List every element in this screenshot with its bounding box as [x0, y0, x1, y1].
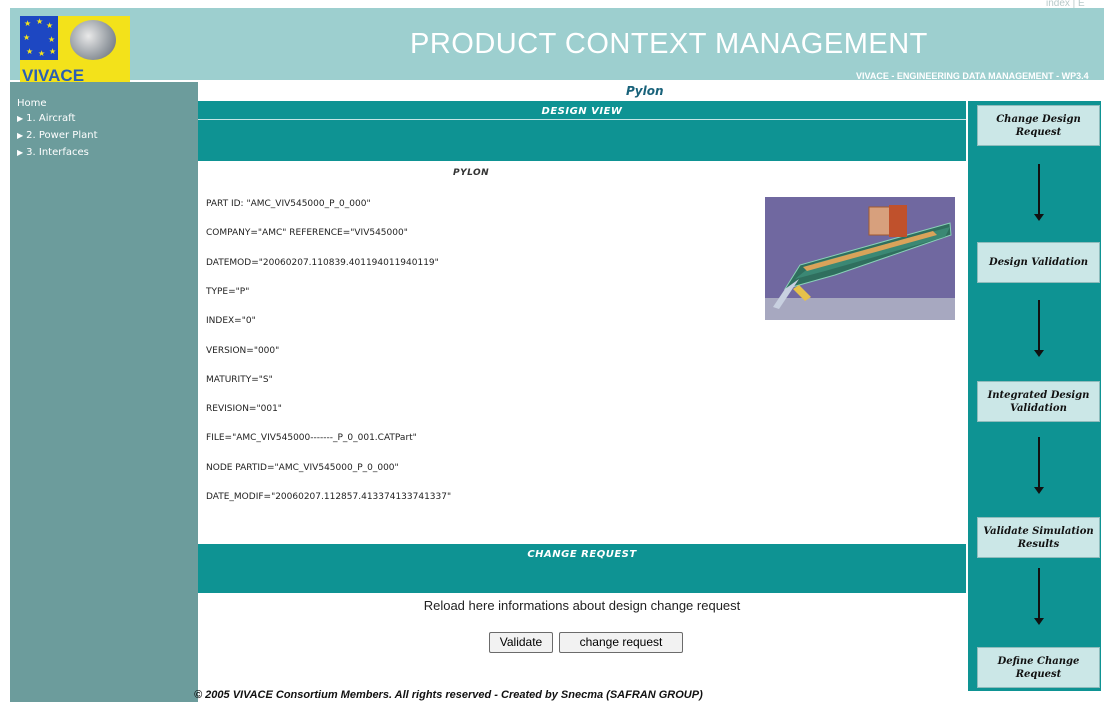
step-line: Integrated Design: [987, 389, 1090, 401]
arrow-down-icon: [1034, 350, 1044, 357]
caret-right-icon: ▶: [17, 148, 24, 157]
step-line: Change Design: [996, 113, 1081, 125]
step-line: Results: [1017, 538, 1060, 550]
sidebar-item-label: 3. Interfaces: [26, 147, 89, 158]
attr-part-id: PART ID: "AMC_VIV545000_P_0_000": [206, 199, 371, 209]
star-icon: ★: [49, 47, 57, 56]
star-icon: ★: [26, 47, 34, 56]
workflow-step-design-validation[interactable]: Design Validation: [977, 242, 1100, 283]
workflow-step-change-design-request[interactable]: Change Design Request: [977, 105, 1100, 146]
attr-company-reference: COMPANY="AMC" REFERENCE="VIV545000": [206, 228, 408, 238]
star-icon: ★: [24, 19, 32, 28]
attr-date-modif: DATE_MODIF="20060207.112857.413374133741…: [206, 492, 452, 502]
step-line: Validation: [1010, 402, 1067, 414]
part-title: PYLON: [453, 168, 490, 178]
vivace-logo[interactable]: ★ ★ ★ ★ ★ ★ ★ ★ VIVACE: [20, 16, 130, 82]
attr-index: INDEX="0": [206, 316, 256, 326]
workflow-panel: Change Design Request Design Validation I…: [968, 101, 1101, 691]
page-header: ★ ★ ★ ★ ★ ★ ★ ★ VIVACE PRODUCT CONTEXT M…: [10, 8, 1104, 82]
attr-revision: REVISION="001": [206, 404, 282, 414]
change-request-button[interactable]: change request: [559, 632, 683, 653]
star-icon: ★: [38, 49, 46, 58]
arrow-line: [1038, 437, 1040, 489]
change-request-bar: CHANGE REQUEST: [198, 544, 966, 593]
arrow-down-icon: [1034, 618, 1044, 625]
sidebar-item-label: 1. Aircraft: [26, 113, 76, 124]
arrow-line: [1038, 300, 1040, 352]
step-line: Request: [1015, 668, 1062, 680]
workflow-step-define-change-request[interactable]: Define Change Request: [977, 647, 1100, 688]
step-line: Define Change: [997, 655, 1080, 667]
section-heading: Pylon: [626, 84, 664, 98]
attr-datemod: DATEMOD="20060207.110839.401194011940119…: [206, 258, 439, 268]
footer-copyright: © 2005 VIVACE Consortium Members. All ri…: [194, 689, 703, 701]
change-request-label: CHANGE REQUEST: [527, 549, 637, 560]
arrow-line: [1038, 164, 1040, 216]
step-line: Request: [1015, 126, 1062, 138]
sidebar-item-label: 2. Power Plant: [26, 130, 98, 141]
arrow-down-icon: [1034, 487, 1044, 494]
page-subtitle: VIVACE - ENGINEERING DATA MANAGEMENT - W…: [856, 71, 1089, 81]
attr-file: FILE="AMC_VIV545000-------_P_0_001.CATPa…: [206, 433, 417, 443]
page-title: PRODUCT CONTEXT MANAGEMENT: [410, 28, 928, 60]
attr-version: VERSION="000": [206, 346, 280, 356]
star-icon: ★: [36, 17, 44, 26]
caret-right-icon: ▶: [17, 131, 24, 140]
logo-text: VIVACE: [22, 66, 85, 82]
mascot-icon: [70, 20, 116, 60]
workflow-step-integrated-design-validation[interactable]: Integrated Design Validation: [977, 381, 1100, 422]
arrow-down-icon: [1034, 214, 1044, 221]
star-icon: ★: [48, 35, 56, 44]
star-icon: ★: [23, 33, 31, 42]
sidebar: Home ▶ 1. Aircraft ▶ 2. Power Plant ▶ 3. In…: [10, 82, 198, 702]
sidebar-item-aircraft[interactable]: ▶ 1. Aircraft: [17, 113, 75, 124]
caret-right-icon: ▶: [17, 114, 24, 123]
attr-type: TYPE="P": [206, 287, 250, 297]
design-view-bar: DESIGN VIEW: [198, 101, 966, 161]
step-line: Design Validation: [989, 257, 1088, 268]
sidebar-item-power-plant[interactable]: ▶ 2. Power Plant: [17, 130, 97, 141]
pylon-render-icon: [773, 205, 952, 309]
star-icon: ★: [46, 21, 54, 30]
workflow-step-validate-simulation-results[interactable]: Validate Simulation Results: [977, 517, 1100, 558]
divider: [198, 119, 966, 120]
pylon-part-image: [765, 197, 955, 320]
design-view-label: DESIGN VIEW: [541, 106, 623, 117]
sidebar-item-interfaces[interactable]: ▶ 3. Interfaces: [17, 147, 89, 158]
top-links[interactable]: index | E: [1046, 0, 1085, 9]
attr-node-partid: NODE PARTID="AMC_VIV545000_P_0_000": [206, 463, 399, 473]
attr-maturity: MATURITY="S": [206, 375, 273, 385]
sidebar-home-link[interactable]: Home: [17, 98, 47, 109]
arrow-line: [1038, 568, 1040, 620]
reload-info-text: Reload here informations about design ch…: [423, 598, 741, 613]
validate-button[interactable]: Validate: [489, 632, 553, 653]
step-line: Validate Simulation: [983, 525, 1094, 537]
